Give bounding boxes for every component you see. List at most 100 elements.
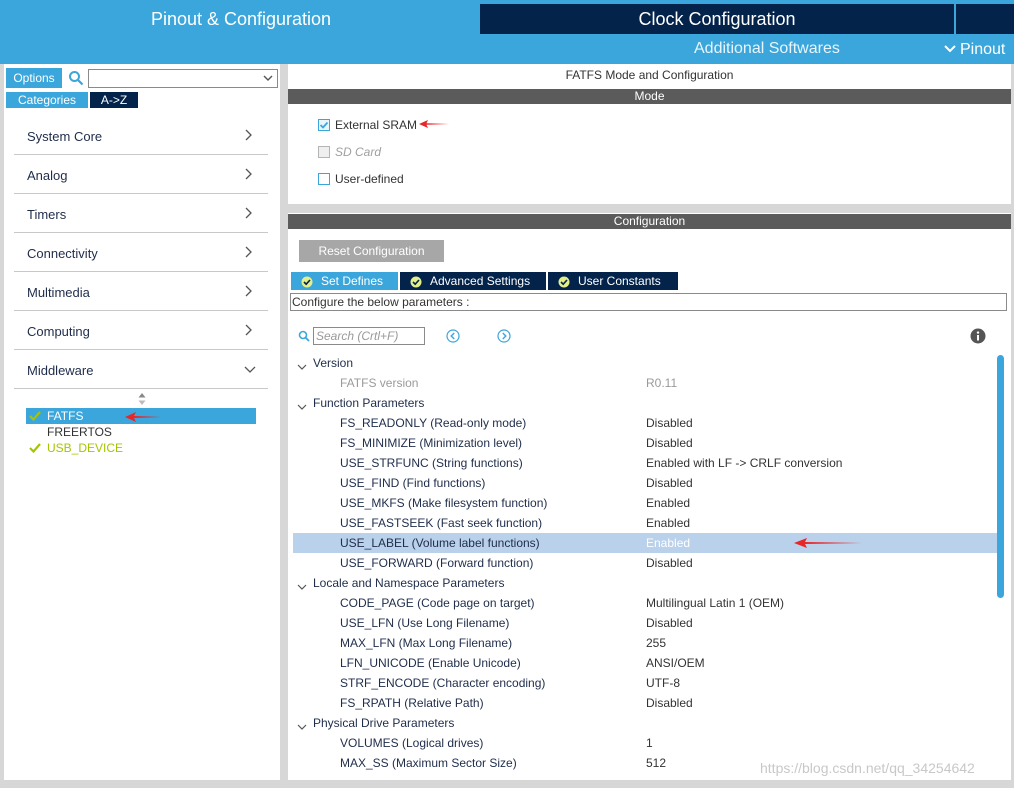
checkbox-label: External SRAM <box>335 118 418 132</box>
param-row[interactable]: USE_FORWARD (Forward function) Disabled <box>293 553 997 573</box>
top-bar: Pinout & Configuration Clock Configurati… <box>0 0 1014 64</box>
checkbox-label: User-defined <box>335 172 404 186</box>
category-panel: Options Categories A->Z System Core Anal… <box>4 64 280 780</box>
group-version[interactable]: Version <box>293 353 997 373</box>
param-row[interactable]: USE_STRFUNC (String functions) Enabled w… <box>293 453 997 473</box>
panel-title: FATFS Mode and Configuration <box>565 68 734 82</box>
next-result-icon[interactable] <box>497 329 511 343</box>
checkbox-disabled-icon <box>318 146 330 158</box>
sort-arrows-icon[interactable] <box>137 392 147 406</box>
mode-header-bar: Mode <box>288 89 1011 104</box>
categories-button[interactable]: Categories <box>6 92 88 108</box>
param-value[interactable]: Enabled with LF -> CRLF conversion <box>646 453 842 473</box>
param-name: CODE_PAGE (Code page on target) <box>340 596 535 610</box>
checkbox-unchecked-icon[interactable] <box>318 173 330 185</box>
param-row[interactable]: MAX_LFN (Max Long Filename) 255 <box>293 633 997 653</box>
param-name: LFN_UNICODE (Enable Unicode) <box>340 656 521 670</box>
param-value[interactable]: Disabled <box>646 433 693 453</box>
chevron-down-icon[interactable] <box>297 578 307 590</box>
param-row[interactable]: USE_FIND (Find functions) Disabled <box>293 473 997 493</box>
param-value[interactable]: Disabled <box>646 413 693 433</box>
group-function-parameters[interactable]: Function Parameters <box>293 393 997 413</box>
category-system-core[interactable]: System Core <box>14 116 268 155</box>
tab-pinout-configuration[interactable]: Pinout & Configuration <box>4 4 478 34</box>
param-value[interactable]: 1 <box>646 733 653 753</box>
param-value[interactable]: UTF-8 <box>646 673 680 693</box>
middleware-item-freertos[interactable]: FREERTOS <box>26 424 256 440</box>
group-label: Version <box>313 356 354 370</box>
red-arrow-annotation-icon <box>419 120 449 128</box>
chevron-down-icon[interactable] <box>297 358 307 370</box>
parameter-tree: Version FATFS version R0.11 Function Par… <box>293 353 997 773</box>
param-value[interactable]: Disabled <box>646 613 693 633</box>
vertical-scrollbar[interactable] <box>997 353 1005 773</box>
info-icon[interactable] <box>970 328 986 344</box>
param-row[interactable]: USE_MKFS (Make filesystem function) Enab… <box>293 493 997 513</box>
param-value: R0.11 <box>646 376 678 390</box>
param-value[interactable]: Disabled <box>646 693 693 713</box>
tab-set-defines[interactable]: Set Defines <box>291 272 398 290</box>
scrollbar-thumb[interactable] <box>997 355 1004 598</box>
chevron-right-icon <box>244 245 254 259</box>
category-multimedia[interactable]: Multimedia <box>14 272 268 311</box>
group-physical-drive[interactable]: Physical Drive Parameters <box>293 713 997 733</box>
param-row[interactable]: FS_READONLY (Read-only mode) Disabled <box>293 413 997 433</box>
search-combo-input[interactable] <box>88 69 278 88</box>
tab-advanced-settings[interactable]: Advanced Settings <box>400 272 546 290</box>
check-icon <box>29 442 41 454</box>
parameter-search-input[interactable]: Search (Crtl+F) <box>313 327 425 345</box>
middleware-item-usb-device[interactable]: USB_DEVICE <box>26 440 256 456</box>
param-row[interactable]: STRF_ENCODE (Character encoding) UTF-8 <box>293 673 997 693</box>
category-timers[interactable]: Timers <box>14 194 268 233</box>
param-row[interactable]: FS_RPATH (Relative Path) Disabled <box>293 693 997 713</box>
chevron-down-icon[interactable] <box>297 718 307 730</box>
param-value[interactable]: Multilingual Latin 1 (OEM) <box>646 593 784 613</box>
group-label: Locale and Namespace Parameters <box>313 576 505 590</box>
param-row[interactable]: FS_MINIMIZE (Minimization level) Disable… <box>293 433 997 453</box>
tab-user-constants[interactable]: User Constants <box>548 272 678 290</box>
param-name: FS_READONLY (Read-only mode) <box>340 416 527 430</box>
param-row[interactable]: VOLUMES (Logical drives) 1 <box>293 733 997 753</box>
middleware-item-label: FREERTOS <box>47 425 112 439</box>
param-value[interactable]: Enabled <box>646 533 690 553</box>
param-name: USE_STRFUNC (String functions) <box>340 456 523 470</box>
param-value[interactable]: 512 <box>646 753 666 773</box>
pinout-menu-label: Pinout <box>960 41 1006 58</box>
category-connectivity[interactable]: Connectivity <box>14 233 268 272</box>
tab-clock-configuration[interactable]: Clock Configuration <box>480 4 954 34</box>
pinout-menu[interactable]: Pinout <box>944 38 1005 61</box>
param-row-selected[interactable]: USE_LABEL (Volume label functions) Enabl… <box>293 533 997 553</box>
group-locale-namespace[interactable]: Locale and Namespace Parameters <box>293 573 997 593</box>
search-icon[interactable] <box>68 70 84 86</box>
param-value[interactable]: Disabled <box>646 553 693 573</box>
param-value[interactable]: 255 <box>646 633 666 653</box>
a-z-button[interactable]: A->Z <box>90 92 138 108</box>
category-label: Connectivity <box>27 246 98 261</box>
category-middleware[interactable]: Middleware <box>14 350 268 389</box>
param-row[interactable]: USE_LFN (Use Long Filename) Disabled <box>293 613 997 633</box>
param-row[interactable]: CODE_PAGE (Code page on target) Multilin… <box>293 593 997 613</box>
checkbox-checked-icon[interactable] <box>318 119 330 131</box>
chevron-down-icon[interactable] <box>263 72 273 84</box>
param-row[interactable]: LFN_UNICODE (Enable Unicode) ANSI/OEM <box>293 653 997 673</box>
category-analog[interactable]: Analog <box>14 155 268 194</box>
param-value[interactable]: Enabled <box>646 513 690 533</box>
additional-softwares-link[interactable]: Additional Softwares <box>694 38 840 60</box>
param-value[interactable]: Disabled <box>646 473 693 493</box>
category-computing[interactable]: Computing <box>14 311 268 350</box>
reset-configuration-button[interactable]: Reset Configuration <box>299 240 444 262</box>
options-button[interactable]: Options <box>6 68 62 88</box>
options-row: Options <box>6 68 278 88</box>
tab-label: User Constants <box>578 274 661 288</box>
param-name: USE_LABEL (Volume label functions) <box>340 536 540 550</box>
param-row[interactable]: FATFS version R0.11 <box>293 373 997 393</box>
previous-result-icon[interactable] <box>446 329 460 343</box>
param-value[interactable]: Enabled <box>646 493 690 513</box>
param-value[interactable]: ANSI/OEM <box>646 653 705 673</box>
chevron-right-icon <box>244 284 254 298</box>
category-list: System Core Analog Timers Connectivity M… <box>14 116 268 389</box>
chevron-right-icon <box>244 323 254 337</box>
param-row[interactable]: USE_FASTSEEK (Fast seek function) Enable… <box>293 513 997 533</box>
chevron-down-icon[interactable] <box>297 398 307 410</box>
param-name: USE_FASTSEEK (Fast seek function) <box>340 516 543 530</box>
